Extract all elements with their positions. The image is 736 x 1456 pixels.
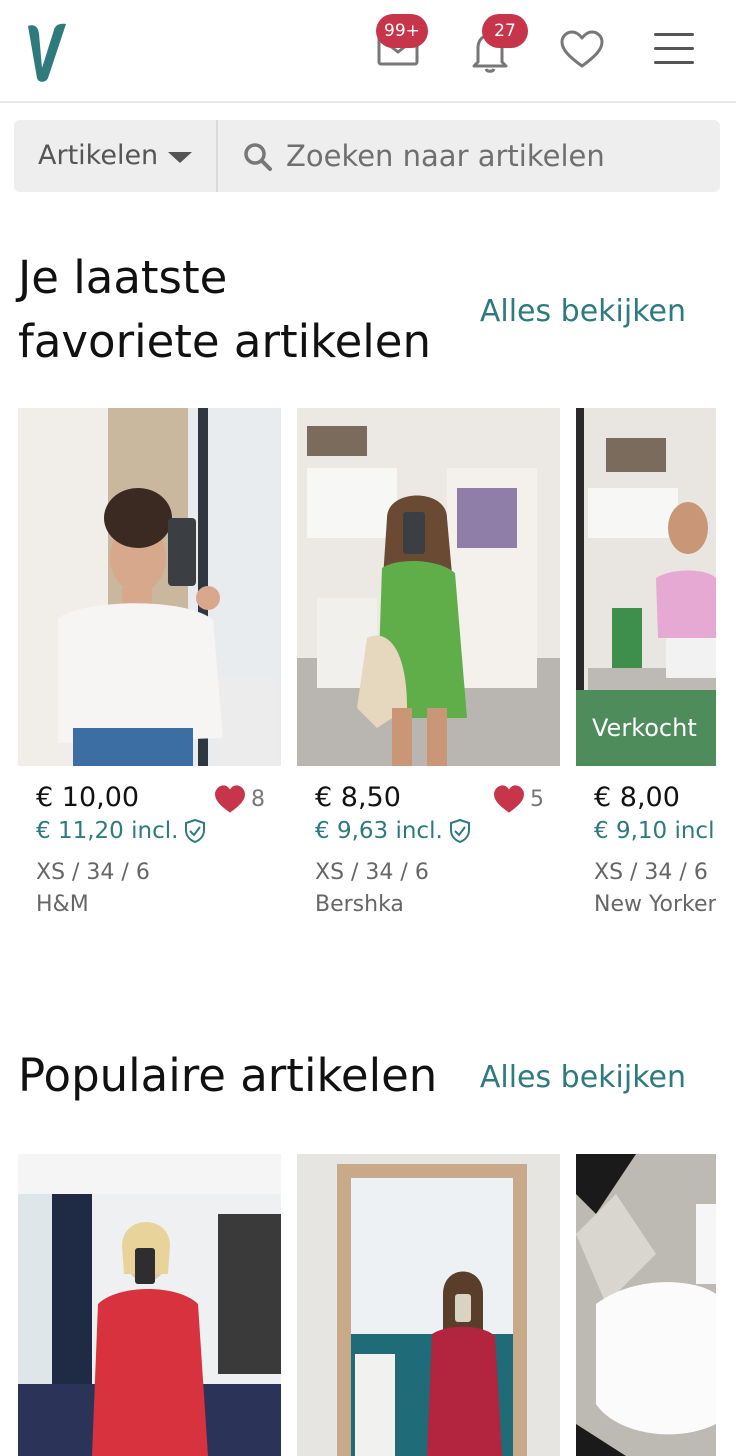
vinted-logo[interactable] [24,20,72,84]
sold-label: Verkocht [576,690,716,766]
price-incl-text: € 9,63 incl. [315,818,443,844]
item-brand: New Yorker [594,892,716,917]
heart-icon [215,785,245,813]
search-bar: Artikelen [14,120,720,192]
see-all-favorites-link[interactable]: Alles bekijken [480,294,686,329]
item-size: XS / 34 / 6 [594,860,708,885]
favorite-count: 8 [251,786,265,812]
search-input[interactable] [286,134,706,178]
top-header: 99+ 27 [0,0,736,103]
item-photo-image [18,408,281,766]
shield-check-icon [449,819,470,843]
shield-check-icon [185,819,206,843]
item-brand: H&M [36,892,89,917]
item-photo-image [297,1154,560,1456]
menu-icon[interactable] [654,33,694,65]
item-photo-image [297,408,560,766]
favorite-toggle[interactable]: 5 [492,784,544,814]
inbox-badge: 99+ [376,14,428,48]
item-photo-image [576,1154,716,1456]
item-card[interactable] [576,1154,716,1456]
app-screen: 99+ 27 Artikelen Zoeken naar artikelen J… [0,0,736,1456]
item-size: XS / 34 / 6 [315,860,429,885]
popular-section-title: Populaire artikelen [18,1049,438,1102]
price-incl-text: € 11,20 incl. [36,818,179,844]
see-all-popular-link[interactable]: Alles bekijken [480,1060,686,1095]
item-photo[interactable] [297,1154,560,1456]
item-photo[interactable] [18,1154,281,1456]
item-price: € 8,50 [315,782,401,813]
item-price-incl: € 9,10 incl. [594,818,716,844]
item-photo[interactable] [297,408,560,766]
price-incl-text: € 9,10 incl. [594,818,716,844]
item-photo[interactable] [576,1154,716,1456]
favorites-section-title: Je laatste favoriete artikelen [18,246,431,374]
heart-outline-icon [560,30,604,68]
item-brand: Bershka [315,892,404,917]
notifications-badge: 27 [482,14,528,48]
search-icon [244,143,272,171]
favorite-toggle[interactable]: 8 [213,784,265,814]
inbox-button[interactable]: 99+ [374,14,428,74]
favorites-button[interactable] [558,26,606,74]
item-photo-image [18,1154,281,1456]
category-dropdown[interactable]: Artikelen [14,120,218,192]
chevron-down-icon [168,152,192,163]
category-label: Artikelen [38,140,159,171]
item-price: € 10,00 [36,782,140,813]
item-price-incl: € 9,63 incl. [315,818,471,844]
item-price-incl: € 11,20 incl. [36,818,206,844]
item-photo[interactable]: Verkocht [576,408,716,766]
favorite-count: 5 [530,786,544,812]
item-photo[interactable] [18,408,281,766]
notifications-button[interactable]: 27 [466,14,528,74]
item-card[interactable]: € 10,00 8 € 11,20 incl. XS / 34 / 6 H&M [18,408,281,938]
item-card[interactable] [18,1154,281,1456]
title-line-2: favoriete artikelen [18,315,431,368]
item-card[interactable]: Verkocht € 8,00 € 9,10 incl. XS / 34 / 6… [576,408,716,938]
item-price: € 8,00 [594,782,680,813]
heart-icon [494,785,524,813]
title-line-1: Je laatste [18,251,228,304]
item-card[interactable]: € 8,50 5 € 9,63 incl. XS / 34 / 6 Bershk… [297,408,560,938]
item-card[interactable] [297,1154,560,1456]
item-size: XS / 34 / 6 [36,860,150,885]
